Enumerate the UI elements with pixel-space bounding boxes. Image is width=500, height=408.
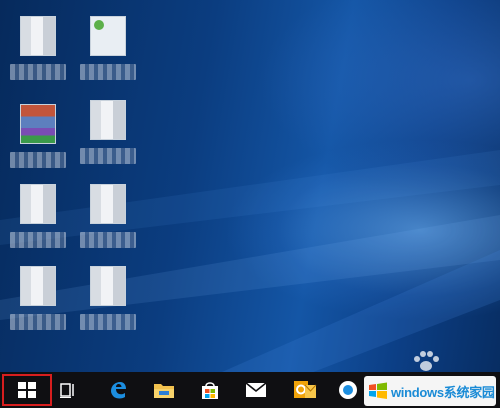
start-button[interactable] bbox=[2, 374, 52, 406]
folder-icon bbox=[154, 384, 174, 398]
outlook-icon bbox=[294, 381, 317, 398]
file-icon bbox=[90, 184, 126, 224]
icon-label bbox=[80, 232, 136, 248]
icon-label bbox=[10, 152, 66, 168]
desktop-icon-7[interactable] bbox=[8, 266, 68, 330]
envelope-icon bbox=[245, 382, 267, 397]
image-icon bbox=[20, 104, 56, 144]
icon-label bbox=[10, 64, 66, 80]
file-icon bbox=[90, 266, 126, 306]
windows-logo-icon bbox=[18, 382, 36, 398]
mail-button[interactable] bbox=[242, 372, 270, 408]
file-icon bbox=[20, 184, 56, 224]
icon-label bbox=[80, 314, 136, 330]
watermark-text: windows系统家园 bbox=[391, 384, 495, 400]
file-icon bbox=[20, 266, 56, 306]
task-view-button[interactable] bbox=[56, 372, 80, 408]
icon-label bbox=[80, 64, 136, 80]
desktop-icon-6[interactable] bbox=[78, 184, 138, 248]
icon-label bbox=[80, 148, 136, 164]
paw-watermark-icon bbox=[414, 351, 439, 371]
file-icon bbox=[90, 100, 126, 140]
icon-label bbox=[10, 232, 66, 248]
icon-label bbox=[10, 314, 66, 330]
app-button[interactable] bbox=[334, 372, 362, 408]
desktop-icon-1[interactable] bbox=[8, 16, 68, 80]
file-explorer-button[interactable] bbox=[150, 372, 178, 408]
edge-button[interactable] bbox=[104, 372, 132, 408]
app-icon bbox=[90, 16, 126, 56]
edge-icon bbox=[111, 382, 126, 399]
app-circle-icon bbox=[339, 381, 357, 399]
desktop-icon-2[interactable] bbox=[78, 16, 138, 80]
outlook-button[interactable] bbox=[290, 372, 320, 408]
desktop-icon-5[interactable] bbox=[8, 184, 68, 248]
task-view-icon bbox=[60, 383, 74, 398]
store-button[interactable] bbox=[196, 372, 224, 408]
light-beams bbox=[0, 150, 500, 408]
desktop-icon-8[interactable] bbox=[78, 266, 138, 330]
windows-logo-icon bbox=[369, 382, 387, 399]
store-bag-icon bbox=[202, 382, 218, 399]
desktop-icon-4[interactable] bbox=[78, 100, 138, 164]
desktop-icon-3[interactable] bbox=[8, 104, 68, 168]
watermark: windows系统家园 bbox=[364, 376, 496, 406]
desktop: windows系统家园 bbox=[0, 0, 500, 408]
file-icon bbox=[20, 16, 56, 56]
